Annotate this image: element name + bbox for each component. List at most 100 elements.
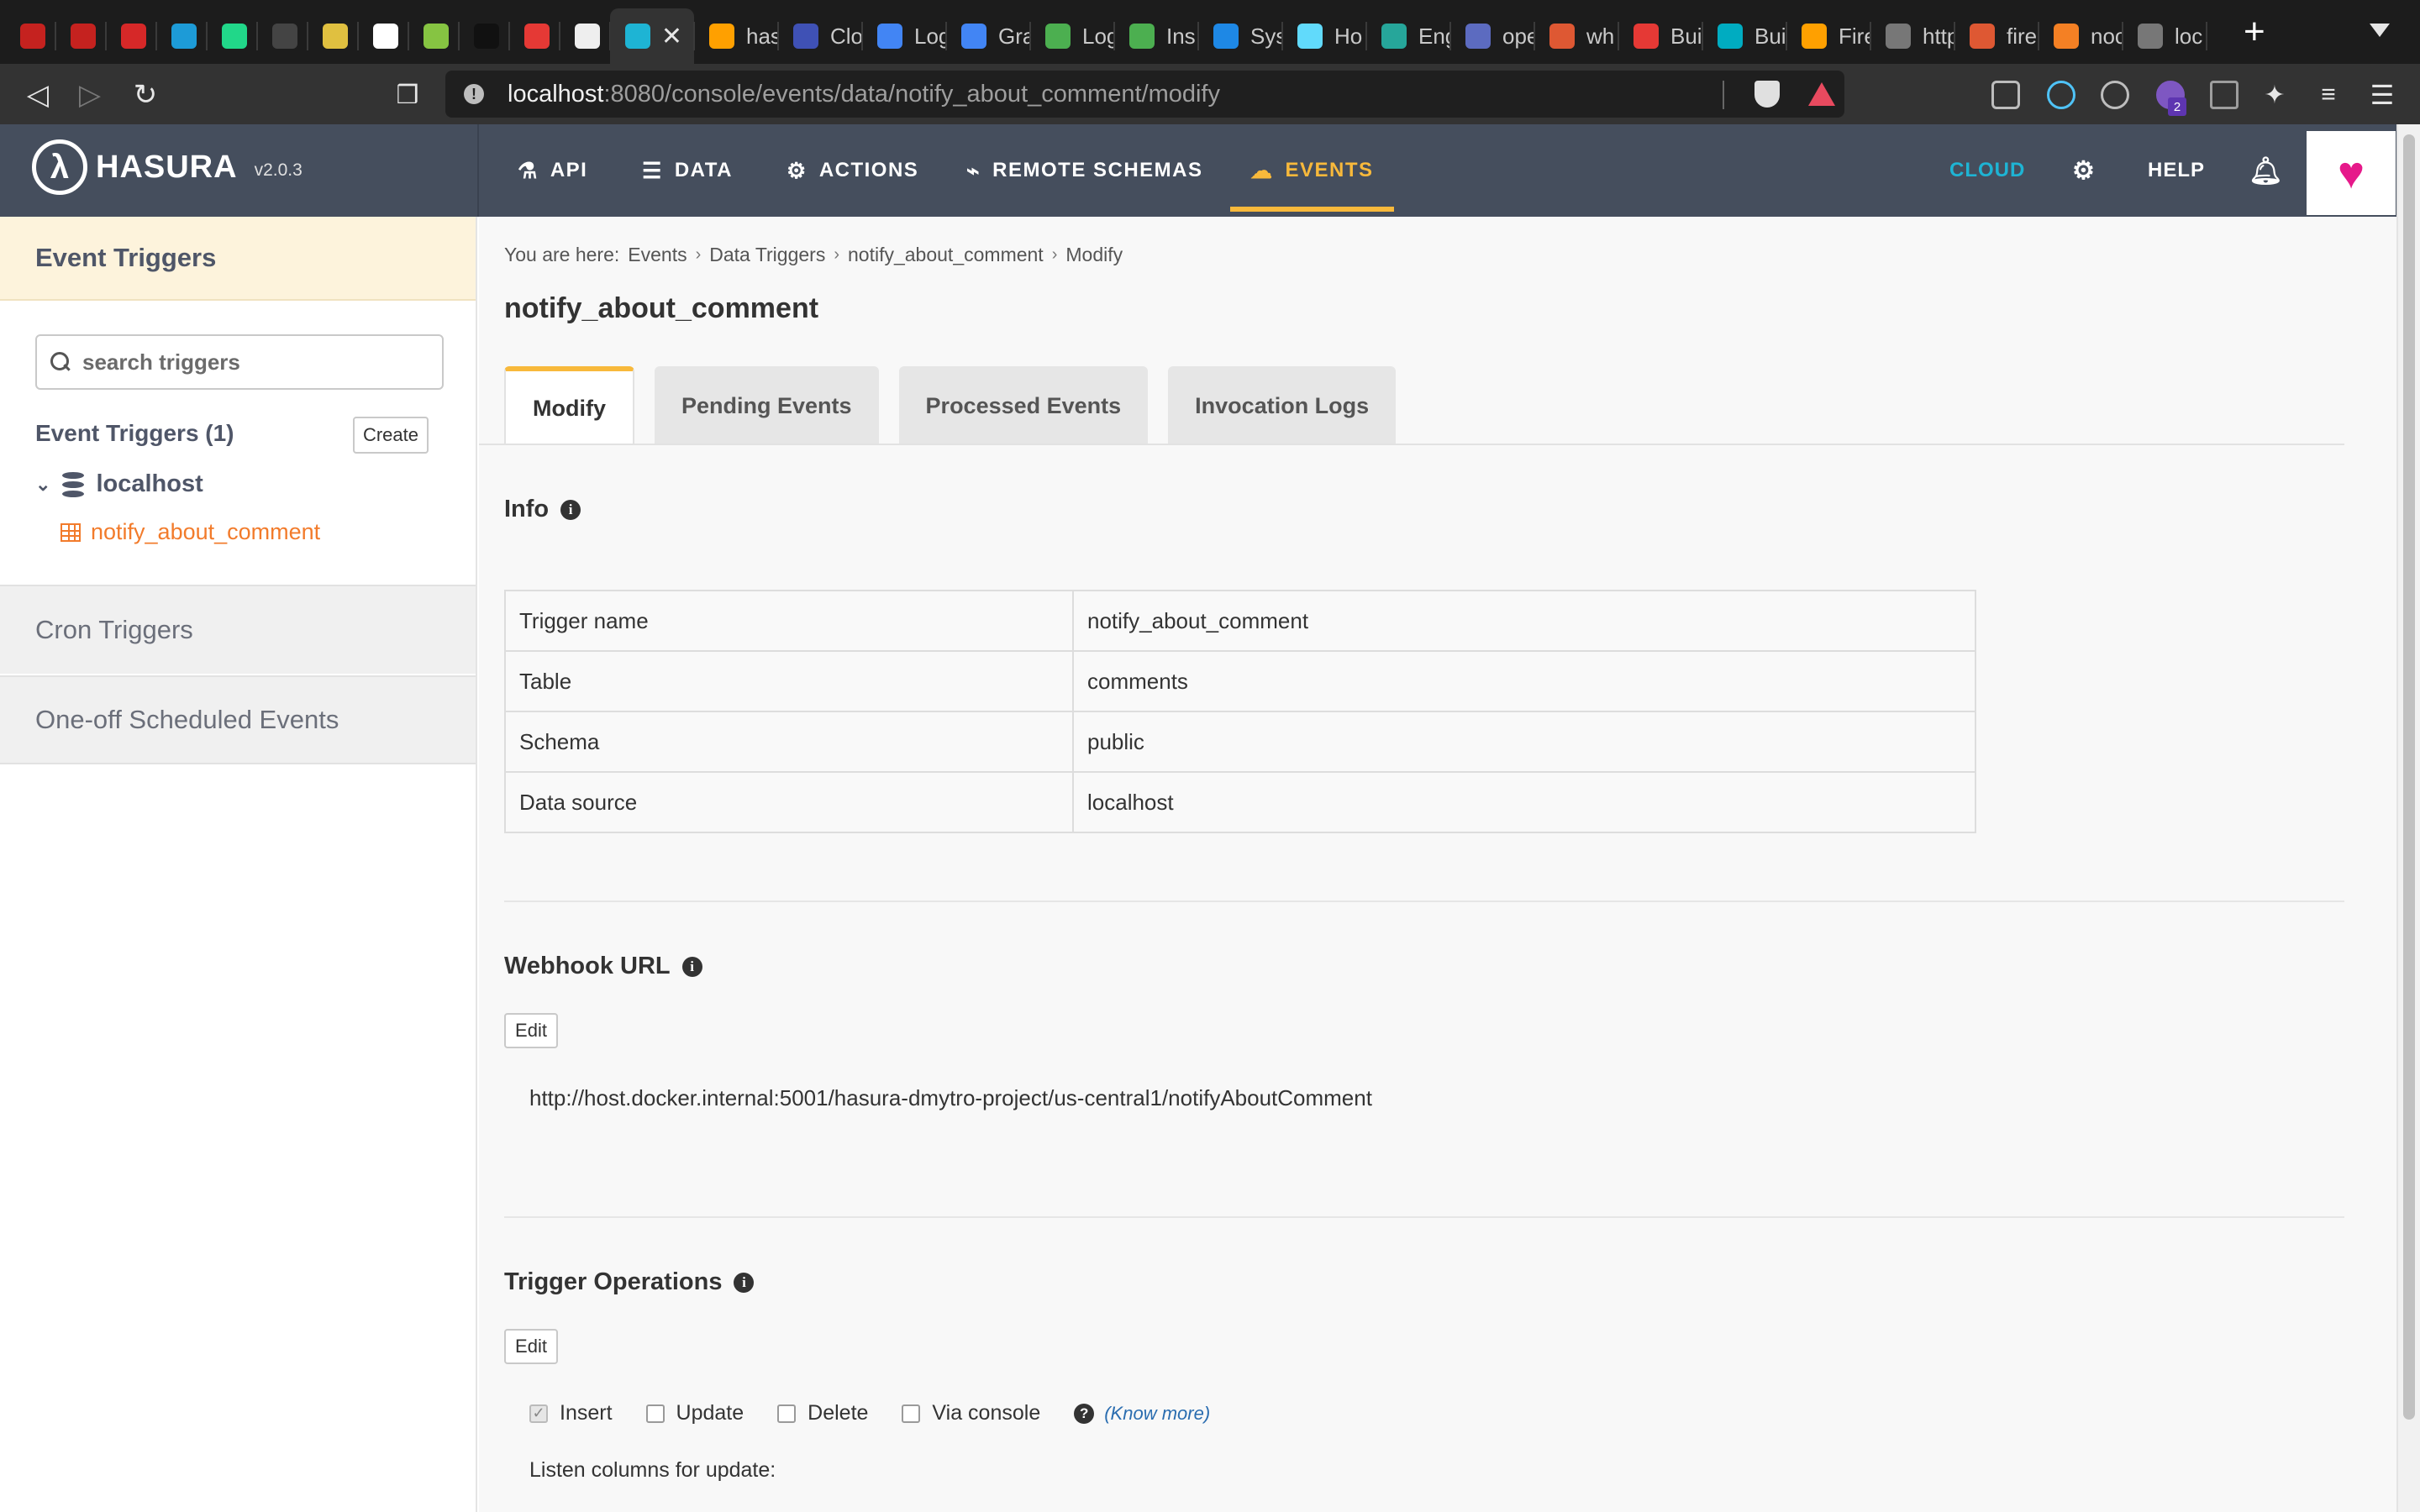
browser-tab[interactable] (55, 8, 106, 64)
browser-tab[interactable]: http (1870, 8, 1954, 64)
sidebar-item-cron-triggers[interactable]: Cron Triggers (0, 585, 476, 674)
browser-tab[interactable] (459, 8, 509, 64)
browser-tab[interactable]: ope (1450, 8, 1534, 64)
data-source-item[interactable]: ⌄ localhost (35, 470, 203, 498)
nav-actions[interactable]: ⚙ ACTIONS (786, 124, 918, 217)
browser-tab[interactable]: Clo (778, 8, 862, 64)
breadcrumb-data-triggers[interactable]: Data Triggers (709, 244, 825, 266)
nav-remote-schemas[interactable]: ⌁ REMOTE SCHEMAS (966, 124, 1203, 217)
browser-tab[interactable] (106, 8, 156, 64)
browser-tab[interactable]: loc (2123, 8, 2207, 64)
info-icon[interactable]: i (681, 956, 702, 977)
sidebar-item-one-off-scheduled-events[interactable]: One-off Scheduled Events (0, 675, 476, 764)
operation-update[interactable]: Update (645, 1401, 744, 1425)
operation-via-console[interactable]: Via console (902, 1401, 1040, 1425)
settings-gear-icon[interactable]: ⚙ (2072, 124, 2096, 217)
scrollbar-thumb[interactable] (2403, 134, 2415, 1420)
reload-icon[interactable]: ↻ (124, 74, 166, 116)
browser-tab[interactable]: fire (1954, 8, 2039, 64)
tab-invocation-logs[interactable]: Invocation Logs (1168, 366, 1397, 445)
know-more-link[interactable]: (Know more) (1104, 1403, 1210, 1425)
sidebar-title[interactable]: Event Triggers (0, 217, 476, 301)
brave-rewards-icon[interactable] (1808, 82, 1835, 106)
info-icon[interactable]: i (560, 499, 581, 520)
pen-extension-icon[interactable] (2210, 81, 2238, 109)
browser-tab[interactable]: Log (862, 8, 946, 64)
browser-tab[interactable]: Sys (1198, 8, 1282, 64)
browser-tab[interactable]: Fire (1786, 8, 1870, 64)
operation-delete[interactable]: Delete (777, 1401, 868, 1425)
checkbox-checked[interactable]: ✓ (529, 1404, 548, 1423)
browser-tab[interactable]: wh (1534, 8, 1618, 64)
search-triggers-input[interactable] (82, 349, 418, 375)
camera-extension-icon[interactable] (1991, 81, 2020, 109)
browser-tab[interactable] (408, 8, 459, 64)
info-icon[interactable]: i (734, 1272, 755, 1293)
info-table: Trigger name notify_about_comment Table … (504, 590, 1976, 833)
checkbox[interactable] (645, 1404, 665, 1423)
hasura-logo[interactable]: λ HASURA v2.0.3 (32, 139, 302, 195)
target-extension-icon[interactable] (2101, 81, 2129, 109)
browser-tab-title: Fire (1839, 23, 1870, 49)
browser-tab[interactable]: noc (2039, 8, 2123, 64)
browser-tab[interactable] (207, 8, 257, 64)
tab-processed-events[interactable]: Processed Events (898, 366, 1149, 445)
browser-tab[interactable]: has (694, 8, 778, 64)
browser-tab[interactable]: Eng (1366, 8, 1450, 64)
browser-tab[interactable]: Bui (1702, 8, 1786, 64)
react-devtools-icon[interactable] (2047, 81, 2075, 109)
browser-tab[interactable] (308, 8, 358, 64)
app-icon (323, 24, 348, 49)
search-box[interactable] (35, 334, 444, 390)
table-row: Data source localhost (504, 771, 1976, 833)
browser-tab[interactable]: Gra (946, 8, 1030, 64)
nav-api[interactable]: ⚗ API (518, 124, 587, 217)
close-tab-icon[interactable]: ✕ (661, 22, 682, 51)
browser-tab[interactable]: ✕ (610, 8, 694, 64)
browser-tab[interactable] (257, 8, 308, 64)
cloud-link[interactable]: CLOUD (1949, 124, 2025, 217)
edit-operations-button[interactable]: Edit (504, 1329, 558, 1364)
trigger-link[interactable]: notify_about_comment (60, 519, 320, 545)
bookmark-icon[interactable]: ❒ (387, 74, 429, 116)
browser-menu-icon[interactable]: ☰ (2361, 74, 2403, 116)
browser-tab[interactable] (358, 8, 408, 64)
new-tab-button[interactable]: + (2244, 13, 2265, 50)
edit-webhook-button[interactable]: Edit (504, 1013, 558, 1048)
url-text[interactable]: localhost:8080/console/events/data/notif… (508, 81, 1220, 108)
forward-icon[interactable]: ▷ (69, 74, 111, 116)
help-link[interactable]: HELP (2148, 124, 2205, 217)
tab-pending-events[interactable]: Pending Events (655, 366, 879, 445)
browser-tab[interactable] (156, 8, 207, 64)
question-icon[interactable]: ? (1074, 1403, 1095, 1424)
operation-insert[interactable]: ✓ Insert (529, 1401, 613, 1425)
grid-icon (1465, 24, 1491, 49)
chevron-down-icon[interactable]: ⌄ (35, 474, 50, 496)
browser-tab[interactable]: Bui (1618, 8, 1702, 64)
globe-icon (1886, 24, 1911, 49)
create-trigger-button[interactable]: Create (353, 417, 429, 454)
love-button[interactable]: ♥ (2307, 131, 2396, 215)
address-bar[interactable]: ! localhost:8080/console/events/data/not… (445, 71, 1844, 118)
browser-tab[interactable]: Ins (1114, 8, 1198, 64)
nav-data[interactable]: ☰ DATA (642, 124, 733, 217)
browser-tab[interactable] (509, 8, 560, 64)
browser-tab[interactable] (5, 8, 55, 64)
browser-tab[interactable] (560, 8, 610, 64)
checkbox[interactable] (777, 1404, 797, 1423)
notification-bell-icon[interactable]: 🔔︎ (2249, 124, 2284, 217)
nav-events[interactable]: ☁ EVENTS (1230, 124, 1394, 217)
breadcrumb-events[interactable]: Events (628, 244, 687, 266)
tab-list-menu-icon[interactable] (2370, 24, 2390, 37)
site-info-icon[interactable]: ! (464, 84, 484, 104)
tab-modify[interactable]: Modify (504, 366, 634, 445)
extensions-puzzle-icon[interactable]: ✦ (2254, 74, 2296, 116)
browser-tab[interactable]: Ho (1282, 8, 1366, 64)
brave-shield-icon[interactable] (1754, 81, 1780, 108)
breadcrumb-trigger[interactable]: notify_about_comment (848, 244, 1044, 266)
browser-tab[interactable]: Log (1030, 8, 1114, 64)
back-icon[interactable]: ◁ (17, 74, 59, 116)
playlist-icon[interactable]: ≡ (2307, 74, 2349, 116)
c-box-icon (1718, 24, 1743, 49)
checkbox[interactable] (902, 1404, 921, 1423)
